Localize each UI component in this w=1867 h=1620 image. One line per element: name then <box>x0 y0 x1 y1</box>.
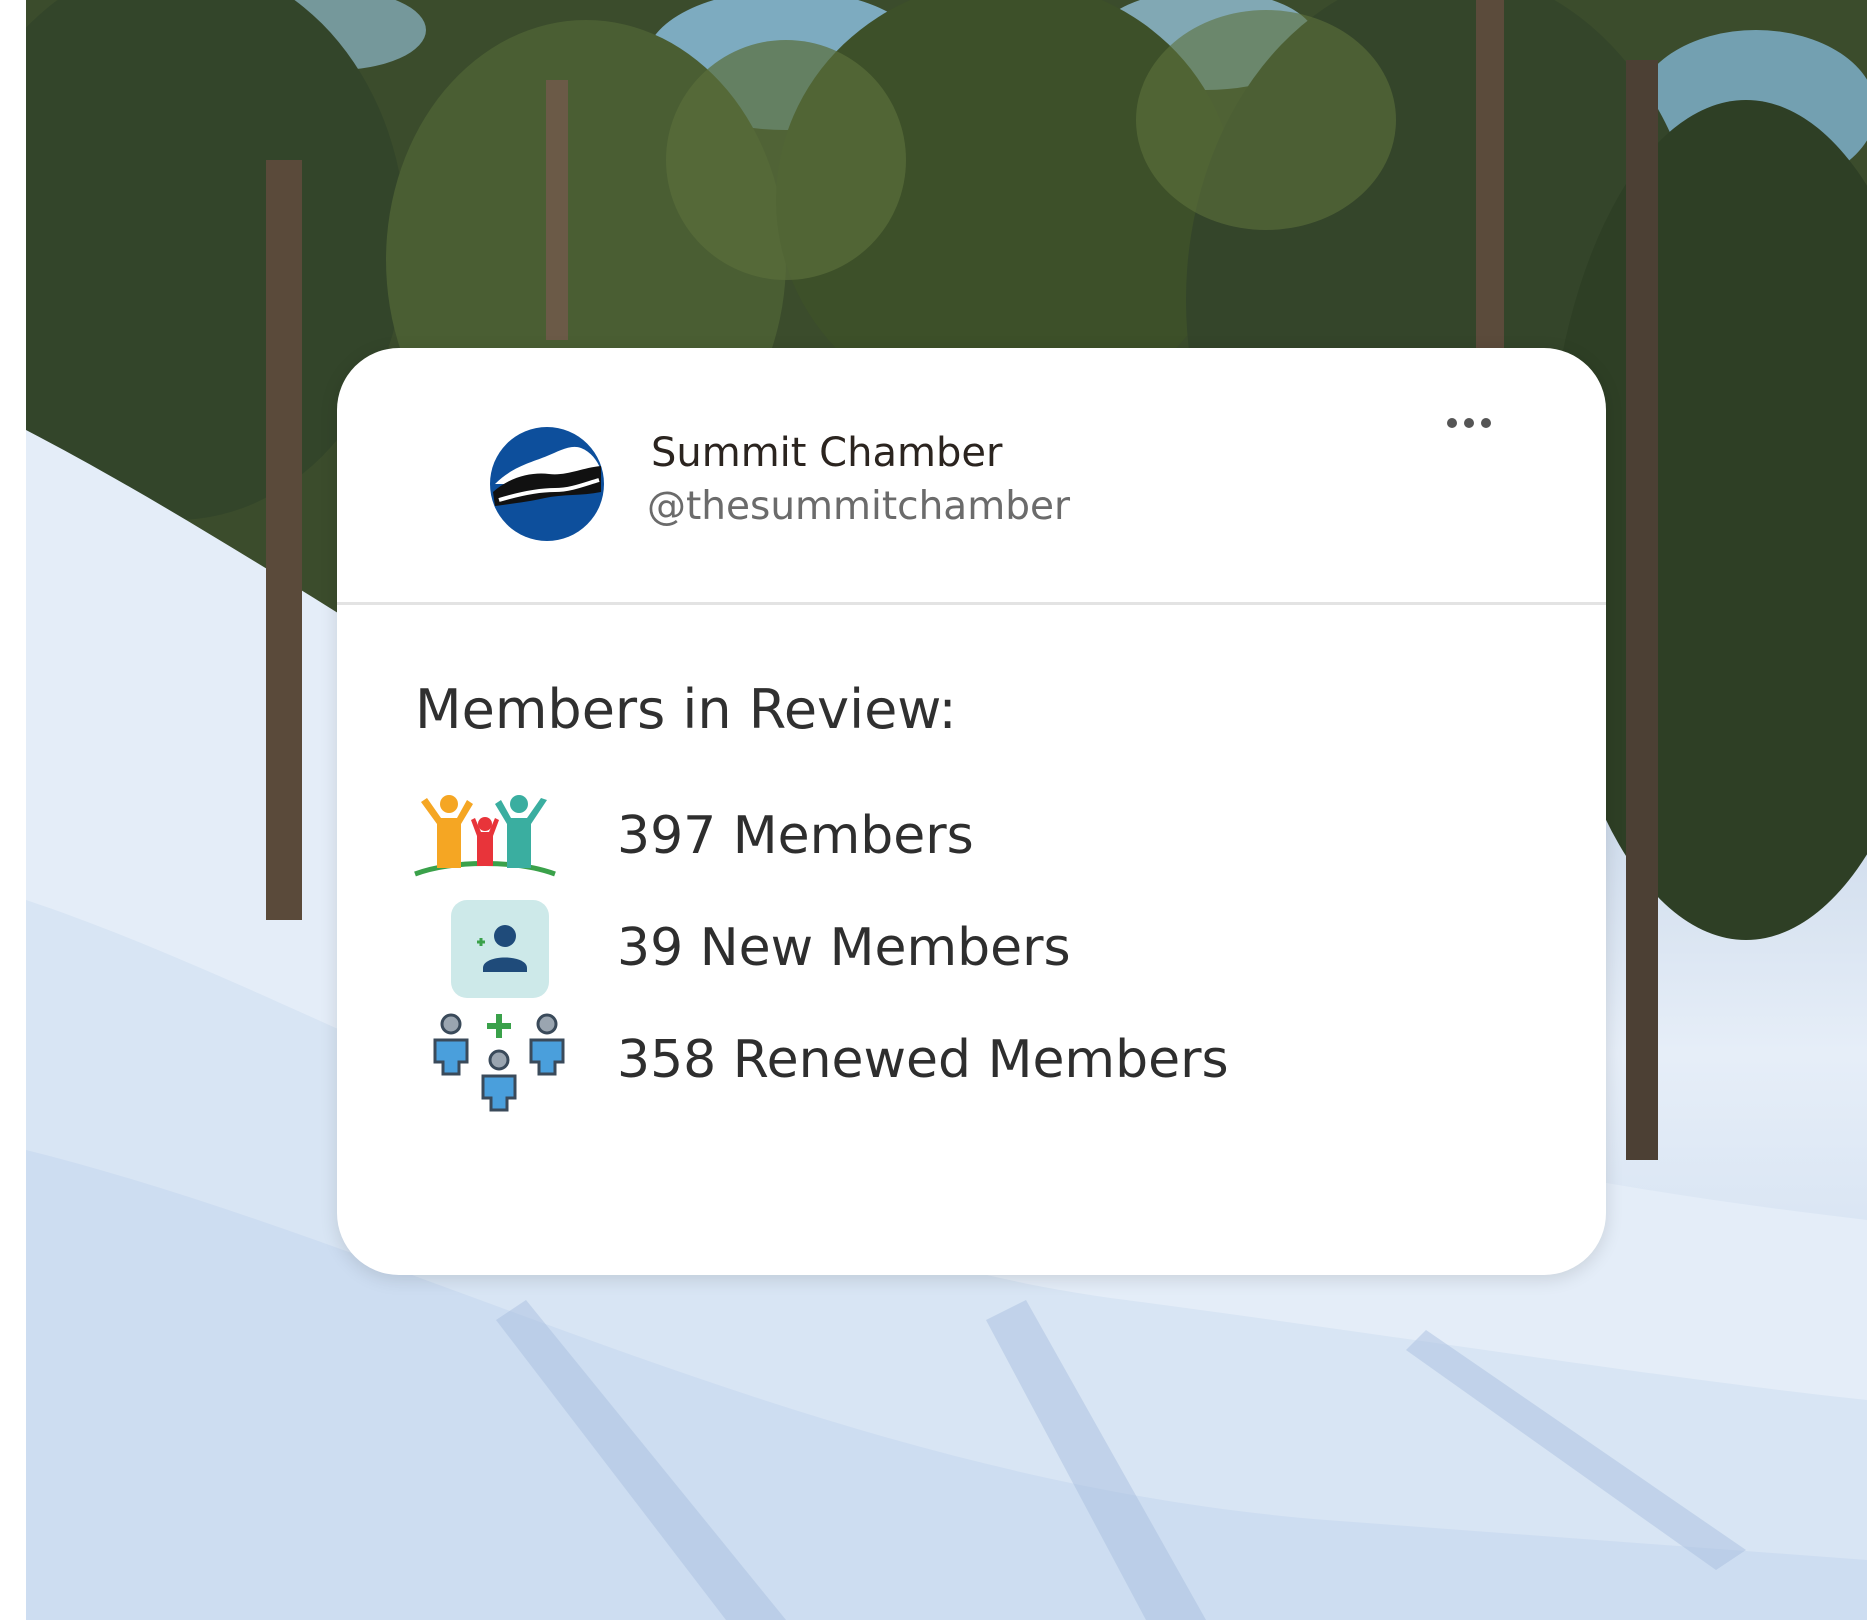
summit-chamber-logo <box>489 426 605 542</box>
review-title: Members in Review: <box>415 678 957 741</box>
more-horizontal-icon <box>1447 418 1491 428</box>
header-divider <box>337 602 1606 605</box>
stat-row-members: 397 Members <box>337 786 1606 886</box>
renewed-members-text: 358 Renewed Members <box>617 1030 1229 1090</box>
new-members-text: 39 New Members <box>617 918 1071 978</box>
card-header: Summit Chamber @thesummitchamber <box>337 348 1606 604</box>
background-photo: Summit Chamber @thesummitchamber Members… <box>26 0 1867 1620</box>
members-review-card: Summit Chamber @thesummitchamber Members… <box>337 348 1606 1275</box>
organization-name: Summit Chamber <box>651 430 1003 476</box>
more-options-button[interactable] <box>1445 416 1525 456</box>
stat-row-renewed-members: 358 Renewed Members <box>337 1010 1606 1112</box>
stat-row-new-members: 39 New Members <box>337 898 1606 998</box>
organization-handle: @thesummitchamber <box>647 484 1070 529</box>
mountain-logo-icon <box>490 427 604 541</box>
total-members-text: 397 Members <box>617 806 974 866</box>
